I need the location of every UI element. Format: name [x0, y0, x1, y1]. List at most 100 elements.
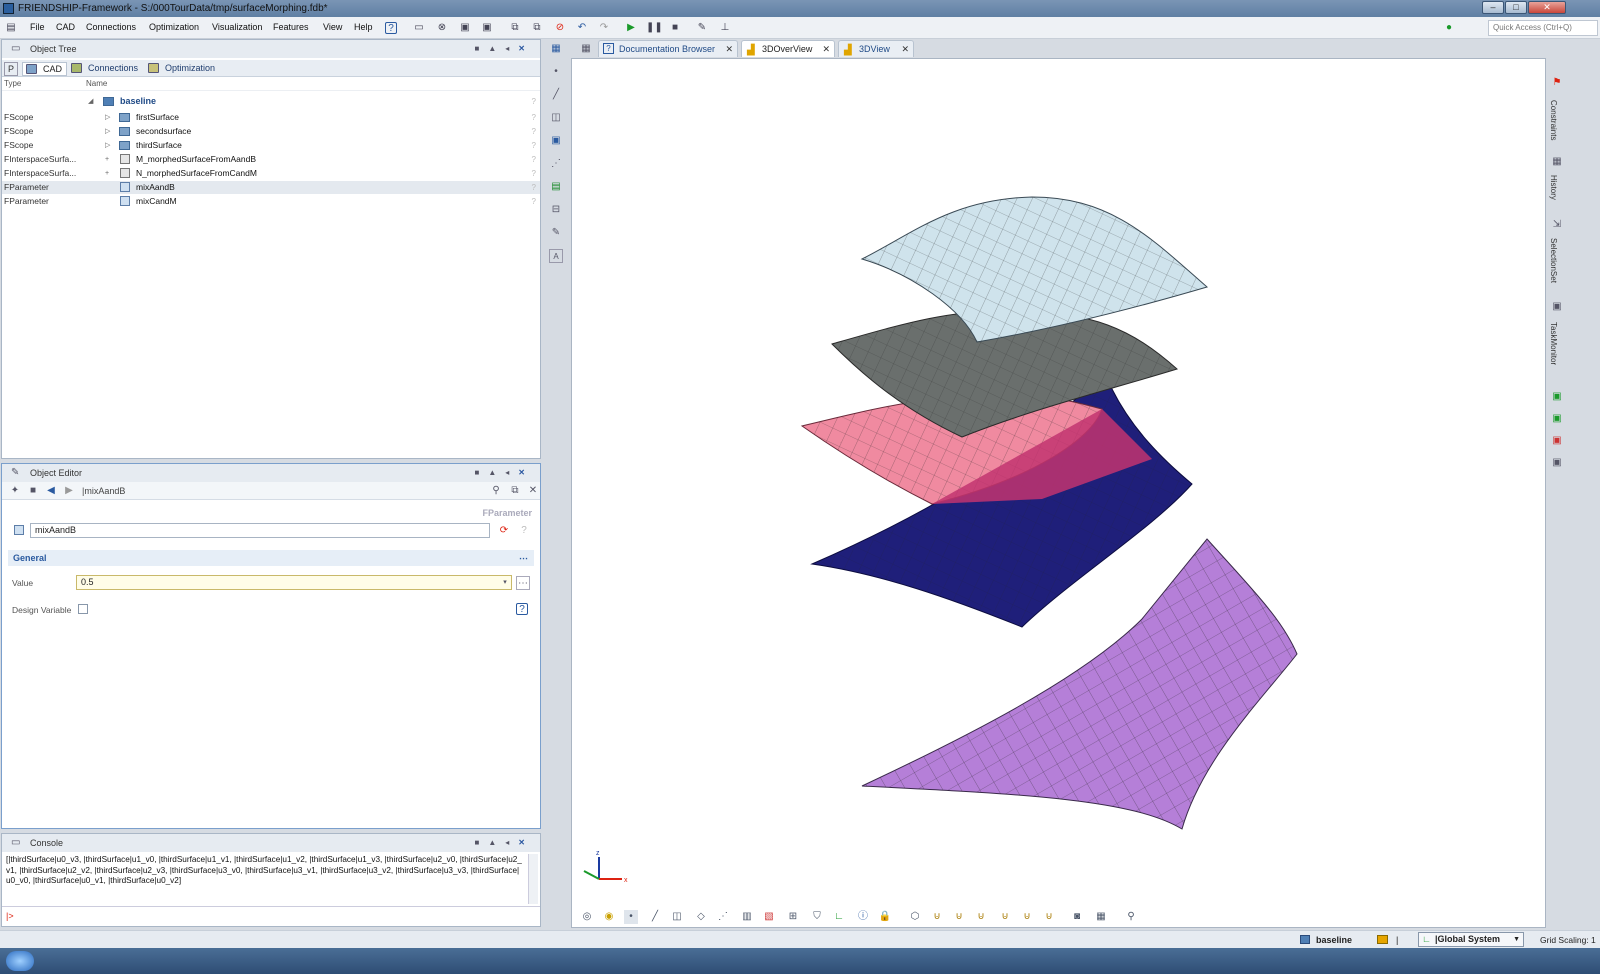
maximize-button[interactable]: □ — [1505, 1, 1527, 14]
sidebar-tab-taskmonitor[interactable]: TaskMonitor — [1549, 322, 1558, 365]
axis-icon[interactable]: ∟ — [832, 910, 846, 924]
sidebar-tab-history[interactable]: History — [1549, 175, 1558, 200]
expand-icon[interactable]: ▷ — [105, 125, 110, 138]
menu-connections[interactable]: Connections — [86, 22, 136, 32]
surfaces-render[interactable]: x z — [572, 59, 1547, 929]
menu-optimization[interactable]: Optimization — [149, 22, 199, 32]
tab-documentation-browser[interactable]: ? Documentation Browser ✕ — [598, 40, 738, 57]
menu-help[interactable]: Help — [354, 22, 373, 32]
menu-cad[interactable]: CAD — [56, 22, 75, 32]
point-icon[interactable]: • — [549, 65, 563, 79]
expand-icon[interactable]: ▷ — [105, 139, 110, 152]
tab-connections[interactable]: Connections — [68, 62, 142, 76]
help-icon[interactable]: ? — [517, 524, 531, 538]
paste-icon[interactable]: ⧉ — [530, 21, 544, 35]
table-icon[interactable]: ▤ — [549, 180, 563, 194]
save-as-icon[interactable]: ▣ — [480, 21, 494, 35]
stop-square-icon[interactable]: ■ — [668, 21, 682, 35]
tab-3doverview[interactable]: ▟ 3DOverView ✕ — [741, 40, 835, 57]
tab-optimization[interactable]: Optimization — [145, 62, 219, 76]
tool-b-icon[interactable]: ▣ — [1550, 412, 1564, 426]
value-input[interactable]: 0.5 — [76, 575, 512, 590]
menu-features[interactable]: Features — [273, 22, 309, 32]
console-scrollbar[interactable] — [528, 854, 538, 904]
back-arrow-icon[interactable]: ◀ — [44, 484, 58, 498]
view-front-icon[interactable]: ⊍ — [930, 910, 944, 924]
parameter-icon[interactable]: ▣ — [549, 134, 563, 148]
shield-icon[interactable]: ⛉ — [810, 910, 824, 924]
close-icon[interactable]: ✕ — [822, 41, 830, 57]
text-icon[interactable]: A — [549, 249, 563, 263]
col-name[interactable]: Name — [86, 79, 107, 88]
app-menu-icon[interactable]: ▤ — [4, 21, 18, 35]
task-monitor-icon[interactable]: ▣ — [1550, 300, 1564, 314]
close-icon[interactable]: ✕ — [901, 41, 909, 57]
object-name-field[interactable]: mixAandB — [30, 523, 490, 538]
minimize-button[interactable]: – — [1482, 1, 1504, 14]
status-scope[interactable]: baseline — [1316, 931, 1352, 949]
stop-square-icon[interactable]: ■ — [26, 484, 40, 498]
menu-view[interactable]: View — [323, 22, 342, 32]
tool-icon[interactable]: ✎ — [549, 226, 563, 240]
close-icon[interactable]: ✕ — [518, 838, 534, 847]
scope-icon[interactable]: ▦ — [549, 42, 563, 56]
expand-icon[interactable]: + — [105, 167, 109, 180]
undo-icon[interactable]: ↶ — [575, 21, 589, 35]
tool-d-icon[interactable]: ▣ — [1550, 456, 1564, 470]
dropdown-icon[interactable]: ▾ — [498, 576, 512, 590]
view-all-icon[interactable]: ◎ — [580, 910, 594, 924]
measure-icon[interactable]: ⊥ — [718, 21, 732, 35]
collapse-icon[interactable]: ◢ — [88, 95, 93, 108]
tool-c-icon[interactable]: ▣ — [1550, 434, 1564, 448]
forward-arrow-icon[interactable]: ▶ — [62, 484, 76, 498]
tree-root-row[interactable]: ◢ baseline ? — [2, 95, 540, 108]
close-icon[interactable]: ✕ — [518, 468, 534, 477]
view-back-icon[interactable]: ⊍ — [952, 910, 966, 924]
section-general[interactable]: General ⋯ — [8, 550, 534, 566]
copy-icon[interactable]: ⧉ — [508, 484, 522, 498]
surface-icon[interactable]: ◫ — [549, 111, 563, 125]
expand-icon[interactable]: + — [105, 153, 109, 166]
view-right-icon[interactable]: ⊍ — [998, 910, 1012, 924]
zoom-icon[interactable]: ⚲ — [1124, 910, 1138, 924]
design-variable-checkbox[interactable] — [78, 604, 88, 614]
help-icon[interactable]: ? — [385, 22, 397, 34]
copy-icon[interactable]: ⧉ — [508, 21, 522, 35]
columns-icon[interactable]: ▥ — [740, 910, 754, 924]
points-icon[interactable]: • — [624, 910, 638, 924]
sidebar-tab-selectionset[interactable]: SelectionSet — [1549, 238, 1558, 283]
start-button[interactable] — [6, 951, 34, 971]
close-icon[interactable]: ✕ — [518, 44, 534, 53]
coord-system-select[interactable]: ∟ |Global System ▼ — [1418, 932, 1524, 947]
open-folder-icon[interactable]: ▭ — [412, 21, 426, 35]
tree-row[interactable]: FInterspaceSurfa... + N_morphedSurfaceFr… — [2, 167, 540, 180]
lock-icon[interactable]: 🔒 — [878, 910, 892, 924]
search-icon[interactable]: ⚲ — [489, 484, 503, 498]
quick-access-input[interactable]: Quick Access (Ctrl+Q) — [1488, 20, 1598, 36]
surfaces-icon[interactable]: ◫ — [670, 910, 684, 924]
history-icon[interactable]: ▦ — [1550, 155, 1564, 169]
tab-cad[interactable]: CAD — [22, 62, 68, 76]
info-icon[interactable]: ⓘ — [856, 910, 870, 924]
panel-controls[interactable]: ■▲◂✕ — [475, 40, 534, 58]
more-icon[interactable]: ⋯ — [516, 576, 530, 590]
tree-row-selected[interactable]: FParameter mixAandB ? — [2, 181, 540, 194]
edit-icon[interactable]: ✎ — [695, 21, 709, 35]
feature-icon[interactable]: ⊟ — [549, 203, 563, 217]
3d-viewport[interactable]: x z — [571, 58, 1546, 928]
cube-icon[interactable]: ⬡ — [908, 910, 922, 924]
tab-3dview[interactable]: ▟ 3DView ✕ — [838, 40, 914, 57]
grid-icon[interactable]: ▦ — [1094, 910, 1108, 924]
panel-controls[interactable]: ■▲◂✕ — [475, 834, 534, 852]
tree-row[interactable]: FInterspaceSurfa... + M_morphedSurfaceFr… — [2, 153, 540, 166]
curve-icon[interactable]: ╱ — [549, 88, 563, 102]
tool-a-icon[interactable]: ▣ — [1550, 390, 1564, 404]
col-type[interactable]: Type — [4, 79, 21, 88]
view-top-icon[interactable]: ⊍ — [1020, 910, 1034, 924]
refresh-icon[interactable]: ⟳ — [497, 524, 511, 538]
panel-controls[interactable]: ■▲◂✕ — [475, 464, 534, 482]
close-project-icon[interactable]: ⊗ — [435, 21, 449, 35]
expand-icon[interactable]: ▷ — [105, 111, 110, 124]
grid-view-icon[interactable]: ▦ — [579, 42, 593, 56]
sidebar-tab-constraints[interactable]: Constraints — [1549, 100, 1558, 140]
